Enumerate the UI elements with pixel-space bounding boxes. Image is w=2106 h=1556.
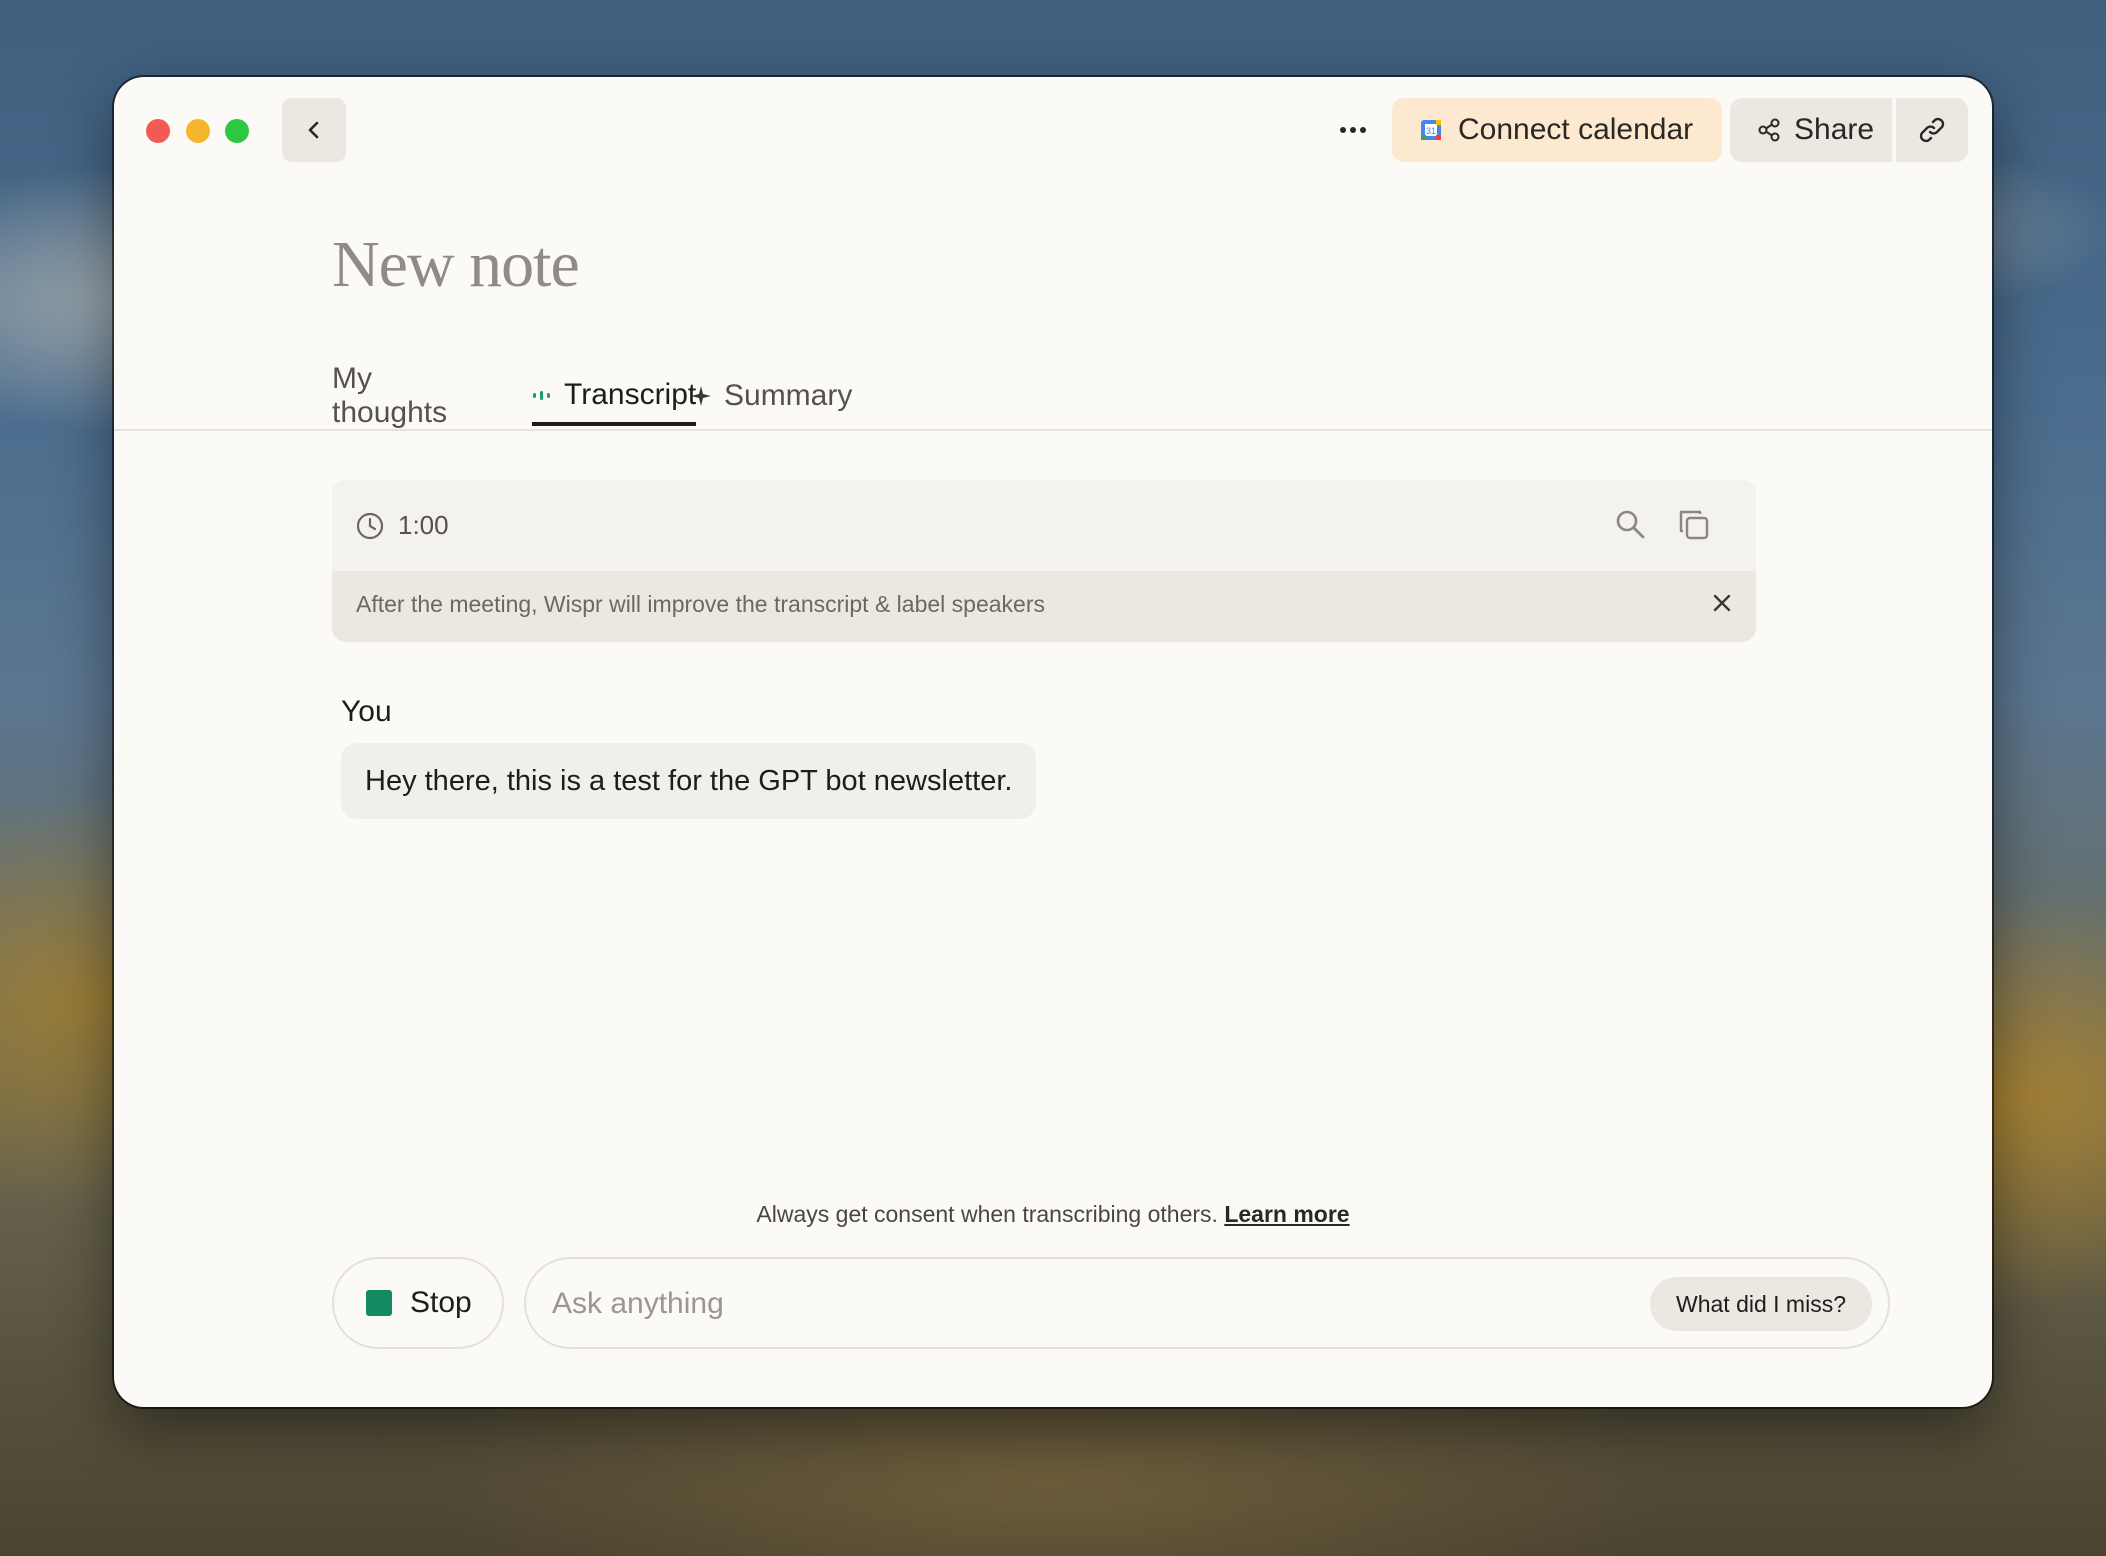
duration-text: 1:00 xyxy=(398,510,449,540)
clock-icon xyxy=(356,512,384,539)
copy-link-button[interactable] xyxy=(1896,98,1968,162)
tab-label: Summary xyxy=(724,379,853,412)
ask-box: What did I miss? xyxy=(524,1257,1890,1349)
share-icon xyxy=(1758,118,1780,142)
tab-my-thoughts[interactable]: My thoughts xyxy=(332,362,447,429)
stop-label: Stop xyxy=(410,1286,472,1319)
stop-recording-button[interactable]: Stop xyxy=(332,1257,504,1349)
quick-prompt-label: What did I miss? xyxy=(1676,1290,1846,1317)
stop-icon xyxy=(366,1290,392,1316)
connect-calendar-button[interactable]: 31 Connect calendar xyxy=(1392,98,1722,162)
note-title[interactable]: New note xyxy=(332,227,580,303)
minimize-window-button[interactable] xyxy=(186,119,210,143)
sparkle-icon xyxy=(691,386,711,406)
ellipsis-icon xyxy=(1340,127,1366,133)
tab-summary[interactable]: Summary xyxy=(690,367,852,425)
speaker-notice-banner: After the meeting, Wispr will improve th… xyxy=(332,571,1756,642)
share-button[interactable]: Share xyxy=(1730,98,1892,162)
tab-label: My thoughts xyxy=(332,362,448,429)
learn-more-link[interactable]: Learn more xyxy=(1224,1201,1349,1227)
tab-transcript[interactable]: Transcript xyxy=(532,367,697,426)
close-icon xyxy=(1713,594,1731,612)
close-window-button[interactable] xyxy=(146,119,170,143)
what-did-i-miss-button[interactable]: What did I miss? xyxy=(1650,1277,1872,1331)
dismiss-notice-button[interactable] xyxy=(1710,591,1734,620)
chevron-left-icon xyxy=(308,121,319,139)
tabs-divider xyxy=(114,429,1992,431)
transcript-toolbar: 1:00 xyxy=(332,480,1756,571)
recording-dots-icon xyxy=(533,390,550,400)
search-icon xyxy=(1616,510,1645,539)
google-calendar-icon: 31 xyxy=(1421,120,1441,140)
copy-icon xyxy=(1679,510,1709,540)
app-window: 31 Connect calendar Share New note My th… xyxy=(114,77,1992,1407)
transcript-header-panel: 1:00 After the meeting, Wispr will impro… xyxy=(332,480,1756,642)
transcript-text: Hey there, this is a test for the GPT bo… xyxy=(365,764,1013,797)
consent-notice: Always get consent when transcribing oth… xyxy=(114,1201,1992,1228)
tab-label: Transcript xyxy=(564,377,697,411)
back-button[interactable] xyxy=(282,98,346,162)
consent-text: Always get consent when transcribing oth… xyxy=(756,1201,1218,1227)
share-label: Share xyxy=(1794,113,1875,146)
transcript-bubble: Hey there, this is a test for the GPT bo… xyxy=(341,743,1037,819)
svg-text:31: 31 xyxy=(1426,126,1436,136)
link-icon xyxy=(1919,117,1945,143)
connect-calendar-label: Connect calendar xyxy=(1458,113,1694,146)
zoom-window-button[interactable] xyxy=(225,119,249,143)
search-transcript-button[interactable] xyxy=(1614,508,1646,545)
copy-transcript-button[interactable] xyxy=(1678,509,1710,546)
ask-input[interactable] xyxy=(550,1279,1514,1329)
more-options-button[interactable] xyxy=(1327,105,1379,155)
recording-timer: 1:00 xyxy=(356,510,449,541)
speaker-label: You xyxy=(341,695,392,728)
notice-text: After the meeting, Wispr will improve th… xyxy=(356,591,1045,617)
